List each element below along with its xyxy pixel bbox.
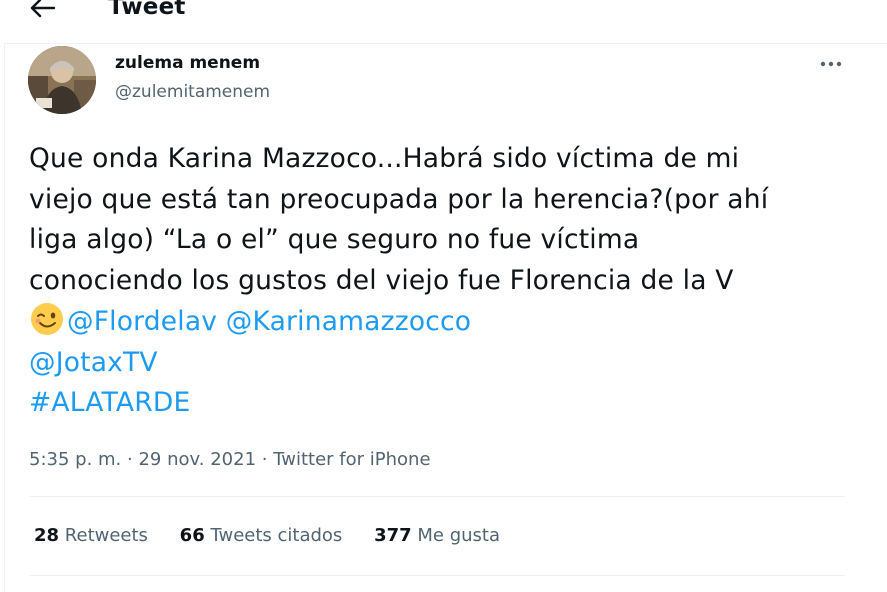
tweet-line: viejo que está tan preocupada por la her… xyxy=(29,183,769,215)
tweet-line-mention: @JotaxTV xyxy=(29,343,874,384)
tweet-meta: 5:35 p. m. · 29 nov. 2021 · Twitter for … xyxy=(29,449,431,470)
mention-link[interactable]: @Flordelav xyxy=(67,306,217,337)
meta-separator: · xyxy=(261,449,268,470)
profile-photo-icon xyxy=(28,46,96,114)
page-title: Tweet xyxy=(108,0,186,20)
likes-label: Me gusta xyxy=(417,525,501,546)
quotes-label: Tweets citados xyxy=(210,525,343,546)
quotes-count: 66 xyxy=(179,525,205,546)
avatar[interactable] xyxy=(28,46,96,114)
back-button[interactable] xyxy=(28,0,58,20)
tweet-stats: 28 Retweets 66 Tweets citados 377 Me gus… xyxy=(34,525,526,546)
tweet-line-hashtag: #ALATARDE xyxy=(29,383,874,424)
more-options-button[interactable] xyxy=(816,54,846,74)
retweets-label: Retweets xyxy=(64,525,148,546)
column-border xyxy=(4,44,5,592)
tweet-time[interactable]: 5:35 p. m. xyxy=(29,449,121,470)
meta-separator: · xyxy=(127,449,133,470)
more-horizontal-icon xyxy=(820,61,842,67)
mention-link[interactable]: @Karinamazzocco xyxy=(226,306,471,337)
header-divider xyxy=(4,43,887,44)
winking-face-emoji-icon xyxy=(31,303,63,335)
divider xyxy=(29,496,845,497)
tweet-line-mentions: @Flordelav @Karinamazzocco xyxy=(29,301,874,343)
retweets-count: 28 xyxy=(34,525,60,546)
tweet-date[interactable]: 29 nov. 2021 xyxy=(138,449,256,470)
mention-link[interactable]: @JotaxTV xyxy=(29,347,158,378)
hashtag-link[interactable]: #ALATARDE xyxy=(29,387,190,418)
divider xyxy=(29,575,845,576)
tweet-line: liga algo) “La o el” que seguro no fue v… xyxy=(29,224,640,255)
likes-count: 377 xyxy=(374,525,412,546)
author-handle[interactable]: @zulemitamenem xyxy=(115,82,270,102)
retweets-stat[interactable]: 28 Retweets xyxy=(34,525,148,546)
tweet-text: Que onda Karina Mazzoco...Habrá sido víc… xyxy=(29,139,874,424)
top-bar: Tweet xyxy=(0,0,887,34)
tweet-source[interactable]: Twitter for iPhone xyxy=(273,449,430,470)
quotes-stat[interactable]: 66 Tweets citados xyxy=(180,525,343,546)
likes-stat[interactable]: 377 Me gusta xyxy=(374,525,500,546)
tweet-page: Tweet zulema menem @zulemitamenem Que on… xyxy=(0,0,887,592)
tweet-line: conociendo los gustos del viejo fue Flor… xyxy=(29,264,734,296)
tweet-line: Que onda Karina Mazzoco...Habrá sido víc… xyxy=(29,143,740,174)
author-name[interactable]: zulema menem xyxy=(115,53,260,73)
arrow-left-icon xyxy=(30,0,56,18)
